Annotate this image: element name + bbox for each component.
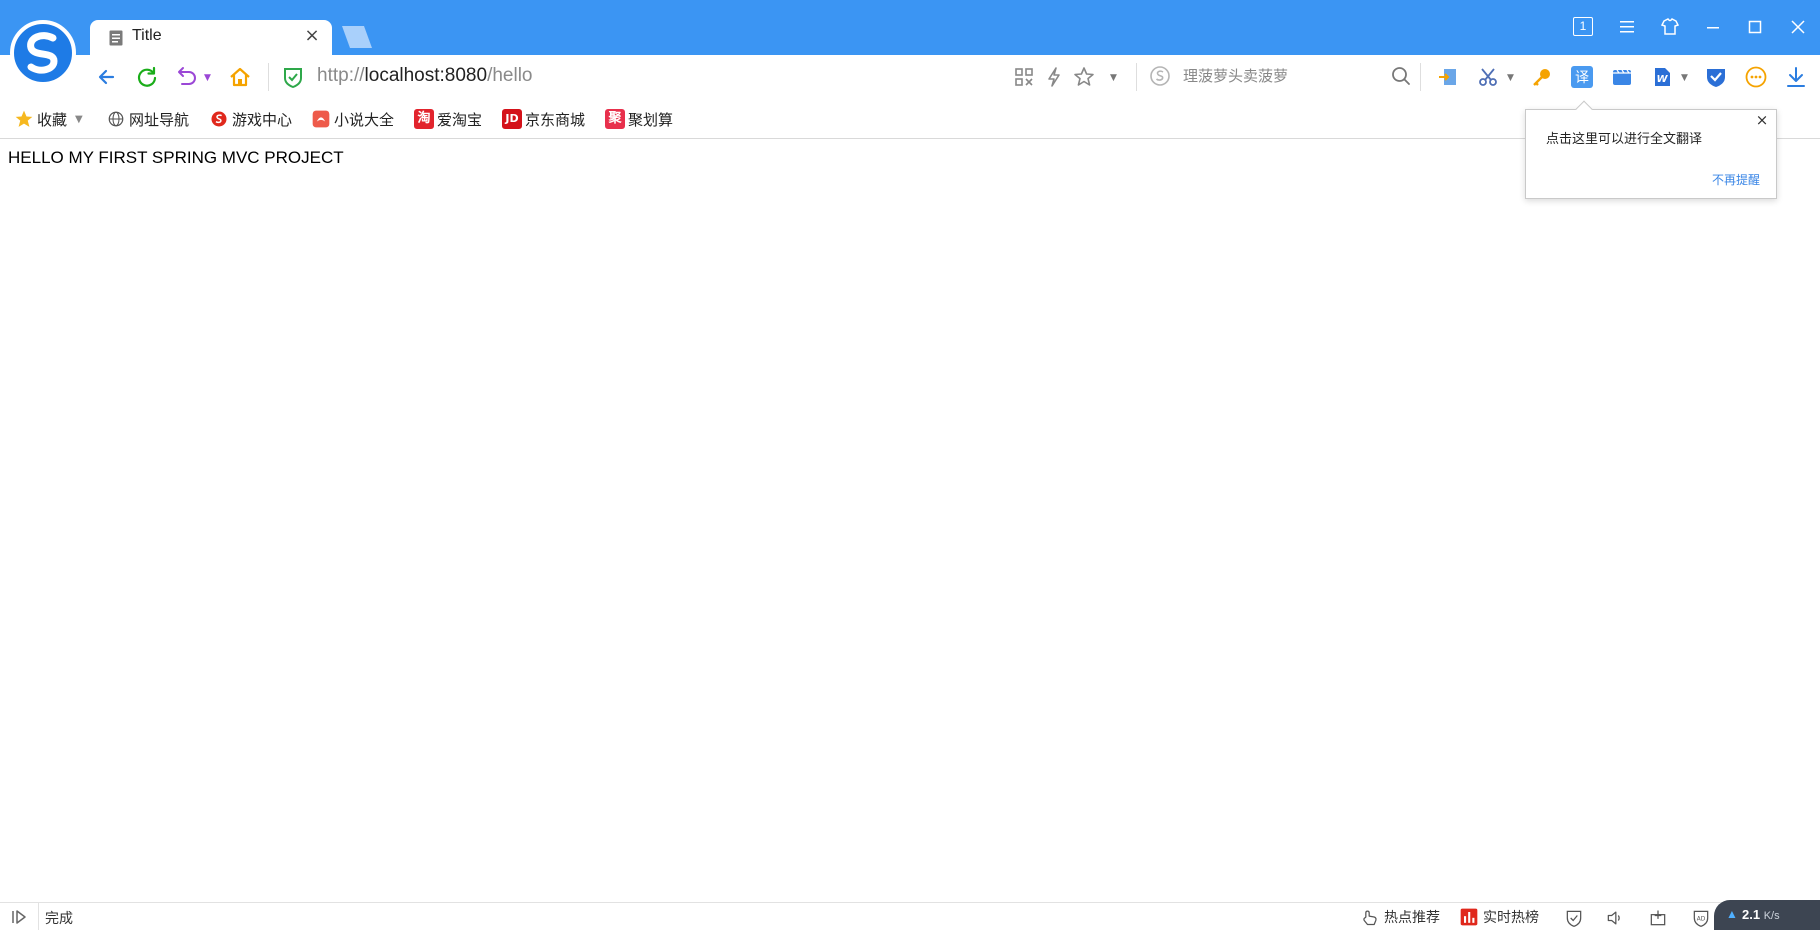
bookmark-label: 爱淘宝: [437, 110, 483, 129]
svg-text:W: W: [1656, 74, 1668, 85]
more-icon[interactable]: [1744, 65, 1768, 89]
scissors-icon[interactable]: [1476, 65, 1500, 89]
refresh-icon[interactable]: [133, 63, 161, 91]
url-scheme: http://: [317, 65, 365, 86]
key-icon[interactable]: [1530, 65, 1554, 89]
url-path: /hello: [487, 65, 533, 86]
load-status: 完成: [45, 911, 73, 927]
window-count-badge[interactable]: 1: [1573, 17, 1593, 36]
exit-icon[interactable]: [1436, 65, 1460, 89]
addressbar-dropdown-icon[interactable]: ▼: [1110, 73, 1117, 83]
title-bar: Title × 1: [0, 0, 1820, 55]
taobao-icon: 淘: [414, 109, 434, 129]
shield-check-icon[interactable]: [1704, 65, 1728, 89]
navigation-bar: ▼ http://localhost:8080/hello ▼ 理菠萝头卖菠萝 …: [0, 55, 1820, 98]
bookmark-favorites[interactable]: 收藏 ▼: [14, 108, 83, 130]
translate-tooltip: 点击这里可以进行全文翻译 × 不再提醒: [1525, 100, 1777, 199]
svg-text:AD: AD: [1697, 917, 1706, 923]
close-tab-icon[interactable]: ×: [302, 26, 322, 46]
divider: [38, 903, 39, 930]
bookmark-games[interactable]: 游戏中心: [209, 108, 292, 130]
tooltip-close-icon[interactable]: ×: [1754, 112, 1770, 128]
search-engine-icon[interactable]: [1148, 64, 1172, 88]
dont-remind-link[interactable]: 不再提醒: [1712, 171, 1760, 188]
bookmark-label: 网址导航: [129, 110, 190, 129]
divider: [1420, 63, 1421, 91]
bookmark-label: 聚划算: [628, 110, 674, 129]
juhuasuan-icon: 聚: [605, 109, 625, 129]
game-icon: [209, 109, 229, 129]
browser-window: Title × 1 ▼ http://localhost:8080/hello …: [0, 0, 1820, 930]
download-icon[interactable]: [1784, 65, 1808, 89]
sogou-logo-icon: [27, 32, 58, 74]
back-icon[interactable]: [93, 63, 121, 91]
speaker-icon[interactable]: [1605, 908, 1625, 928]
maximize-icon[interactable]: [1740, 12, 1770, 42]
star-icon: [14, 109, 34, 129]
word-dropdown-icon[interactable]: ▼: [1681, 73, 1688, 83]
lightning-icon[interactable]: [1042, 65, 1066, 89]
book-icon: [311, 109, 331, 129]
undo-close-icon[interactable]: [173, 63, 201, 91]
page-icon: [109, 30, 123, 46]
bookmark-label: 收藏: [37, 110, 68, 129]
realtime-hot-label: 实时热榜: [1483, 910, 1539, 926]
address-bar[interactable]: http://localhost:8080/hello: [317, 65, 533, 87]
qr-code-icon[interactable]: [1012, 65, 1036, 89]
chevron-down-icon[interactable]: ▼: [75, 114, 83, 125]
bookmark-novels[interactable]: 小说大全: [311, 108, 394, 130]
sidebar-toggle-icon[interactable]: [10, 908, 28, 926]
search-input[interactable]: [1183, 61, 1383, 91]
jd-icon: JD: [502, 109, 522, 129]
window-manage-icon[interactable]: [1648, 908, 1668, 928]
menu-icon[interactable]: [1612, 12, 1642, 42]
close-window-icon[interactable]: [1783, 12, 1813, 42]
security-shield-icon[interactable]: [282, 66, 304, 88]
bookmark-label: 小说大全: [334, 110, 395, 129]
search-icon[interactable]: [1389, 64, 1413, 88]
divider: [268, 63, 269, 91]
url-host: localhost:8080: [364, 65, 488, 86]
bookmark-nav[interactable]: 网址导航: [106, 108, 189, 130]
scissors-dropdown-icon[interactable]: ▼: [1507, 73, 1514, 83]
tab-active[interactable]: Title ×: [90, 20, 332, 55]
page-content-text: HELLO MY FIRST SPRING MVC PROJECT: [8, 148, 344, 167]
browser-logo[interactable]: [10, 20, 76, 86]
bookmark-star-icon[interactable]: [1072, 65, 1096, 89]
bookmark-taobao[interactable]: 淘 爱淘宝: [414, 108, 482, 130]
tooltip-message: 点击这里可以进行全文翻译: [1546, 132, 1703, 147]
bookmark-jd[interactable]: JD 京东商城: [502, 108, 585, 130]
home-icon[interactable]: [226, 63, 254, 91]
network-speed-widget[interactable]: ▲ 2.1 K/s: [1714, 900, 1820, 930]
translate-icon[interactable]: 译: [1570, 65, 1594, 89]
hot-recommend-button[interactable]: 热点推荐: [1360, 907, 1440, 927]
bookmark-label: 京东商城: [525, 110, 586, 129]
chart-icon: [1459, 907, 1479, 927]
network-speed-value: 2.1 K/s: [1742, 907, 1780, 922]
security-shield-icon[interactable]: [1564, 908, 1584, 928]
hand-icon: [1360, 907, 1380, 927]
svg-text:译: 译: [1575, 70, 1589, 86]
bookmark-label: 游戏中心: [232, 110, 293, 129]
upload-arrow-icon: ▲: [1726, 907, 1738, 921]
skin-shirt-icon[interactable]: [1655, 12, 1685, 42]
divider: [1136, 63, 1137, 91]
minimize-icon[interactable]: [1698, 12, 1728, 42]
video-icon[interactable]: [1610, 65, 1634, 89]
ad-block-icon[interactable]: AD: [1691, 908, 1711, 928]
status-bar: 完成 热点推荐 实时热榜 AD: [0, 902, 1820, 930]
globe-icon: [106, 109, 126, 129]
word-icon[interactable]: W: [1650, 65, 1674, 89]
bookmark-juhuasuan[interactable]: 聚 聚划算: [605, 108, 673, 130]
realtime-hot-button[interactable]: 实时热榜: [1459, 907, 1539, 927]
new-tab-button[interactable]: [338, 26, 372, 48]
undo-dropdown-icon[interactable]: ▼: [204, 73, 211, 83]
hot-recommend-label: 热点推荐: [1384, 910, 1440, 926]
tab-title: Title: [132, 27, 162, 44]
